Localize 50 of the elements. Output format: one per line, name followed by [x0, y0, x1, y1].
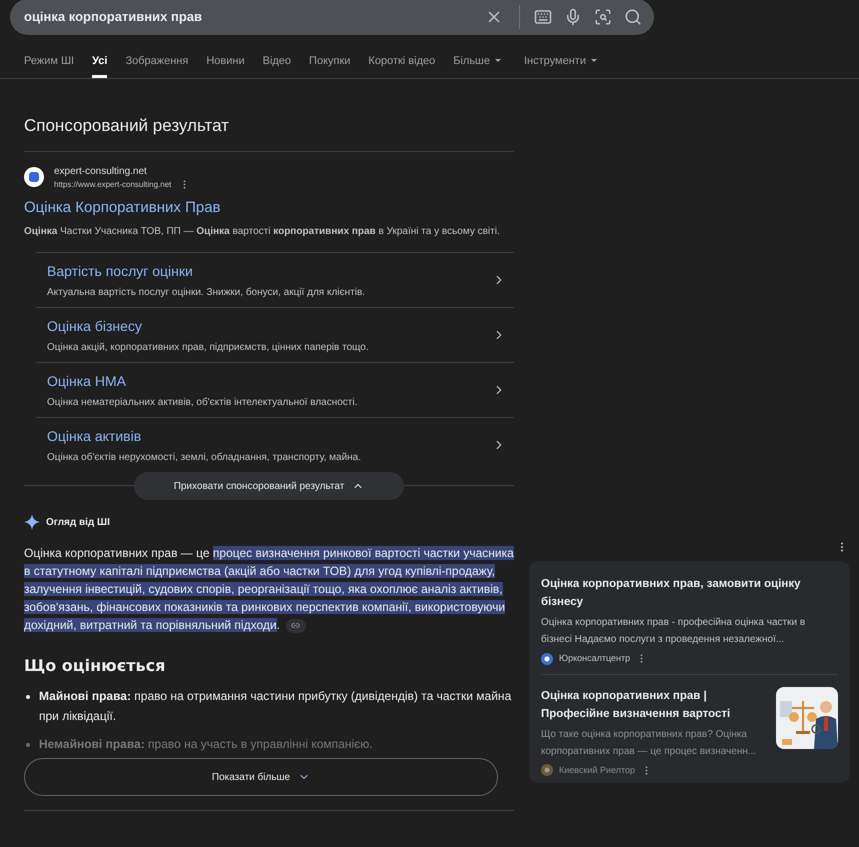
- ai-overview-paragraph: Оцінка корпоративних прав — це процес визначення ринкової вартості частки учасника в статутному капіталі підприємства (акцій або частки ТОВ) для угод купівлі-продажу, залучення інвестицій, судових спорів, реорганізації тощо, яка охоплює аналіз активів, зобов'язань, фінансових показників та ринкових перспектив компанії, використовуючи дохідний, витратний та порівняльний підходи.: [24, 545, 514, 634]
- search-tab[interactable]: Усі: [92, 53, 108, 78]
- source-snippet: Що таке оцінка корпоративних прав? Оцінка корпоративних прав — це процес визначенн...: [541, 728, 758, 758]
- search-input[interactable]: оцінка корпоративних прав: [24, 7, 477, 27]
- sitelink-title[interactable]: Оцінка активів: [47, 426, 492, 446]
- sitelink-description: Оцінка об'єктів нерухомості, землі, обладнання, транспорту, майна.: [47, 450, 362, 464]
- sitelink-row[interactable]: Оцінка бізнесу Оцінка акцій, корпоративних прав, підприємств, цінних паперів тощо.: [36, 307, 514, 362]
- search-tab[interactable]: Відео: [262, 53, 292, 78]
- bullet-text: Майнові права: право на отримання частини прибутку (дивідендів) та частки майна при ліквідації.: [39, 688, 512, 725]
- source-title[interactable]: Оцінка корпоративних прав | Професійне визначення вартості: [541, 686, 770, 722]
- sitelink-description: Актуальна вартість послуг оцінки. Знижки, бонуси, акції для клієнтів.: [47, 286, 366, 300]
- camera-search-icon[interactable]: [594, 8, 612, 26]
- search-tab[interactable]: Більше: [453, 53, 506, 78]
- sitelink-title[interactable]: Оцінка бізнесу: [47, 316, 492, 336]
- sparkle-icon: [24, 514, 40, 530]
- source-name: Юрконсалтцентр: [559, 652, 630, 665]
- link-button[interactable]: [286, 618, 306, 633]
- section-heading: Спонсорований результат: [24, 115, 230, 137]
- sitelink-title[interactable]: Оцінка НМА: [47, 370, 492, 392]
- source-name: Киевский Риелтор: [559, 764, 635, 777]
- sitelink-description: Оцінка нематеріальних активів, об'єктів інтелектуальної власності.: [47, 396, 358, 410]
- search-tab[interactable]: Інструменти: [524, 53, 602, 78]
- source-favicon-icon: [541, 652, 553, 665]
- ai-overview-label: Огляд від ШІ: [46, 516, 110, 530]
- site-url: https://www.expert-consulting.net: [54, 178, 172, 190]
- search-icon[interactable]: [624, 8, 642, 26]
- search-tab[interactable]: Короткі відео: [368, 53, 436, 78]
- search-field[interactable]: оцінка корпоративних прав: [10, 0, 654, 35]
- search-tab[interactable]: Покупки: [309, 53, 350, 78]
- search-tab[interactable]: Зображення: [125, 53, 188, 78]
- site-favicon-icon: [24, 167, 44, 187]
- source-favicon-icon: [541, 764, 553, 776]
- search-tab[interactable]: Новини: [206, 53, 245, 78]
- bullet-text: Немайнові права: право на участь в управлінні компанією.: [39, 736, 373, 753]
- microphone-icon[interactable]: [564, 8, 582, 26]
- section-subheading: Що оцінюється: [24, 655, 166, 677]
- sitelink-description: Оцінка акцій, корпоративних прав, підприємств, цінних паперів тощо.: [47, 340, 370, 354]
- search-tab[interactable]: Режим ШІ: [24, 53, 74, 78]
- sitelink-row[interactable]: Вартість послуг оцінки Актуальна вартість послуг оцінки. Знижки, бонуси, акції для клієнтів.: [36, 252, 514, 307]
- site-name: expert-consulting.net: [54, 164, 148, 178]
- link-icon: [291, 621, 300, 630]
- ad-title-link[interactable]: Оцінка Корпоративних Прав: [24, 196, 514, 219]
- sitelink-row[interactable]: Оцінка НМА Оцінка нематеріальних активів, об'єктів інтелектуальної власності.: [36, 362, 514, 417]
- hide-sponsored-button[interactable]: Приховати спонсорований результат: [134, 472, 404, 500]
- sitelink-title[interactable]: Вартість послуг оцінки: [47, 260, 492, 282]
- source-title[interactable]: Оцінка корпоративних прав, замовити оцінку бізнесу: [541, 575, 838, 611]
- source-snippet: Оцінка корпоративних прав - професійна оцінка частки в бізнесі Надаємо послуги з проведення незалежної...: [541, 616, 806, 647]
- ad-snippet: Оцінка Частки Учасника ТОВ, ПП — Оцінка вартості корпоративних прав в Україні та у всьому світі.: [24, 225, 501, 239]
- keyboard-icon[interactable]: [534, 8, 552, 26]
- show-more-button[interactable]: Показати більше: [24, 758, 498, 796]
